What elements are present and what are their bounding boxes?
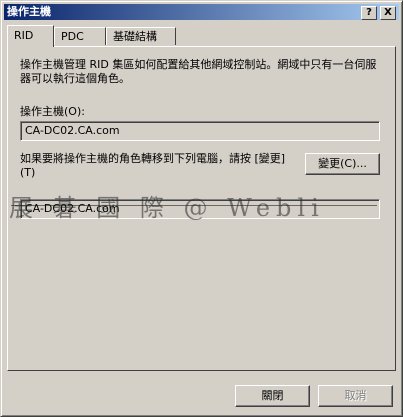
- help-button[interactable]: ?: [361, 6, 377, 20]
- close-button[interactable]: 關閉: [235, 385, 310, 407]
- tab-bar: RID PDC 基礎結構: [7, 25, 397, 47]
- dialog-window: 操作主機 ? X RID PDC 基礎結構 操作主機管理 RID 集區如何配置給…: [0, 0, 403, 417]
- rid-description: 操作主機管理 RID 集區如何配置給其他網域控制站。網域中只有一台伺服器可以執行…: [20, 58, 377, 85]
- transfer-instructions: 如果要將操作主機的角色轉移到下列電腦，請按 [變更](T): [20, 152, 286, 179]
- rid-tab-panel: 操作主機管理 RID 集區如何配置給其他網域控制站。網域中只有一台伺服器可以執行…: [7, 46, 396, 371]
- tab-rid[interactable]: RID: [7, 25, 54, 47]
- tab-infrastructure[interactable]: 基礎結構: [106, 27, 176, 45]
- operations-master-field[interactable]: CA-DC02.CA.com: [20, 121, 380, 141]
- close-icon[interactable]: X: [380, 6, 396, 20]
- tab-pdc[interactable]: PDC: [54, 27, 106, 45]
- window-title: 操作主機: [7, 5, 51, 18]
- title-bar[interactable]: 操作主機 ? X: [4, 4, 399, 20]
- operations-master-label: 操作主機(O):: [20, 105, 85, 118]
- cancel-button[interactable]: 取消: [318, 385, 393, 407]
- target-computer-field[interactable]: CA-DC02.CA.com: [20, 199, 380, 219]
- change-button[interactable]: 變更(C)...: [305, 153, 380, 175]
